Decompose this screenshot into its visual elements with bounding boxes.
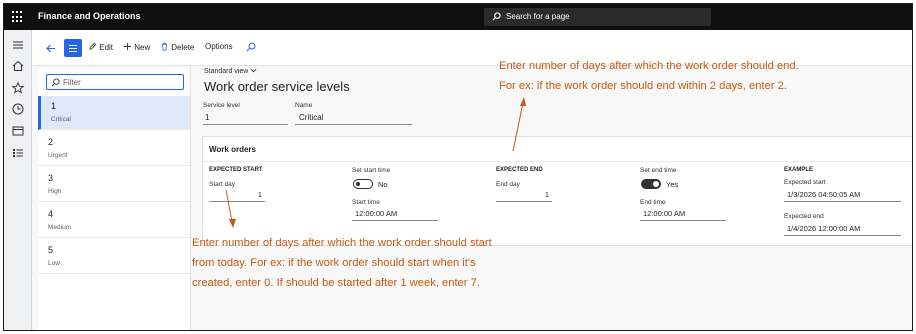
list-item-name: Low	[48, 260, 60, 267]
edit-button[interactable]: Edit	[88, 42, 113, 52]
list-item[interactable]: 3 High	[38, 168, 190, 202]
set-end-time-label: Set end time	[640, 167, 677, 174]
start-note-line-2: from today. For ex: if the work order sh…	[192, 257, 476, 269]
start-note-line-1: Enter number of days after which the wor…	[192, 237, 492, 249]
workspace-icon[interactable]	[11, 124, 25, 138]
list-view-button[interactable]	[64, 39, 82, 57]
list-item-code: 5	[48, 245, 54, 255]
expected-end-label: Expected end	[784, 213, 824, 220]
section-title: Work orders	[209, 145, 256, 154]
trash-icon	[161, 42, 168, 51]
set-end-time-value: Yes	[666, 180, 679, 189]
search-icon	[492, 12, 501, 21]
options-button[interactable]: Options	[205, 42, 233, 51]
search-box[interactable]: Search for a page	[484, 8, 711, 26]
expected-start-label: Expected start	[784, 179, 826, 186]
page-title: Work order service levels	[204, 79, 350, 94]
end-note-line-2: For ex: if the work order should end wit…	[499, 80, 787, 92]
start-day-field[interactable]: 1	[209, 190, 265, 202]
view-selector[interactable]: Standard view	[204, 68, 257, 75]
set-end-time-toggle[interactable]	[641, 179, 661, 189]
delete-label: Delete	[171, 43, 195, 52]
pencil-icon	[89, 42, 97, 50]
end-day-label: End day	[496, 181, 520, 188]
view-label: Standard view	[204, 68, 249, 75]
name-label: Name	[295, 102, 313, 109]
clock-icon[interactable]	[11, 102, 25, 116]
nav-rail	[4, 30, 32, 330]
list-item-name: Urgent	[48, 152, 68, 159]
new-label: New	[134, 43, 151, 52]
divider	[203, 161, 912, 162]
hamburger-icon[interactable]	[11, 38, 25, 52]
expected-start-header: EXPECTED START	[209, 167, 263, 173]
home-icon[interactable]	[11, 59, 25, 73]
service-level-field[interactable]: 1	[203, 112, 288, 125]
expected-start-field: 1/3/2026 04:50:05 AM	[784, 190, 901, 202]
name-field[interactable]: Critical	[295, 112, 412, 125]
expected-end-header: EXPECTED END	[496, 167, 543, 173]
list-item[interactable]: 1 Critical	[38, 96, 190, 130]
start-note-line-3: created, enter 0. If should be started a…	[192, 277, 480, 289]
edit-label: Edit	[99, 43, 114, 52]
list-item-code: 1	[51, 101, 57, 111]
service-level-list: Filter 1 Critical 2 Urgent 3 High 4 Medi…	[38, 68, 191, 330]
start-time-field[interactable]: 12:00:00 AM	[352, 209, 438, 221]
list-item-code: 4	[48, 209, 54, 219]
app-title: Finance and Operations	[38, 11, 141, 21]
expected-end-field: 1/4/2026 12:00:00 AM	[784, 224, 901, 236]
star-icon[interactable]	[11, 81, 25, 95]
list-item[interactable]: 4 Medium	[38, 204, 190, 238]
delete-button[interactable]: Delete	[160, 42, 194, 52]
top-nav-bar: Finance and Operations Search for a page	[4, 4, 912, 30]
filter-search-icon	[51, 78, 60, 87]
app-launcher-icon[interactable]	[12, 11, 24, 23]
new-button[interactable]: New	[123, 42, 150, 52]
list-item-name: Critical	[51, 116, 71, 123]
set-start-time-toggle[interactable]	[353, 179, 373, 189]
list-item[interactable]: 2 Urgent	[38, 132, 190, 166]
example-header: EXAMPLE	[784, 167, 814, 173]
list-item-code: 2	[48, 137, 54, 147]
end-time-label: End time	[640, 199, 666, 206]
end-day-annotation: Enter number of days after which the wor…	[499, 56, 799, 96]
work-orders-section: Work orders EXPECTED START Start day 1 S…	[202, 136, 912, 246]
filter-placeholder: Filter	[63, 78, 81, 87]
list-item-name: Medium	[48, 224, 72, 231]
list-item[interactable]: 5 Low	[38, 240, 190, 274]
search-placeholder: Search for a page	[506, 12, 570, 21]
set-start-time-value: No	[378, 180, 388, 189]
chevron-down-icon	[250, 68, 257, 73]
filter-input[interactable]: Filter	[46, 74, 184, 90]
service-level-label: Service level	[203, 102, 240, 109]
plus-icon	[123, 42, 132, 51]
list-item-code: 3	[48, 173, 54, 183]
set-start-time-label: Set start time	[352, 167, 391, 174]
end-day-field[interactable]: 1	[496, 190, 552, 202]
start-day-label: Start day	[209, 181, 236, 188]
list-icon[interactable]	[11, 146, 25, 160]
start-time-label: Start time	[352, 199, 380, 206]
start-day-annotation: Enter number of days after which the wor…	[192, 233, 492, 293]
list-item-name: High	[48, 188, 62, 195]
action-search-icon[interactable]	[246, 42, 256, 52]
end-note-line-1: Enter number of days after which the wor…	[499, 60, 799, 72]
end-time-field[interactable]: 12:00:00 AM	[640, 209, 726, 221]
back-arrow-icon[interactable]	[46, 44, 56, 53]
